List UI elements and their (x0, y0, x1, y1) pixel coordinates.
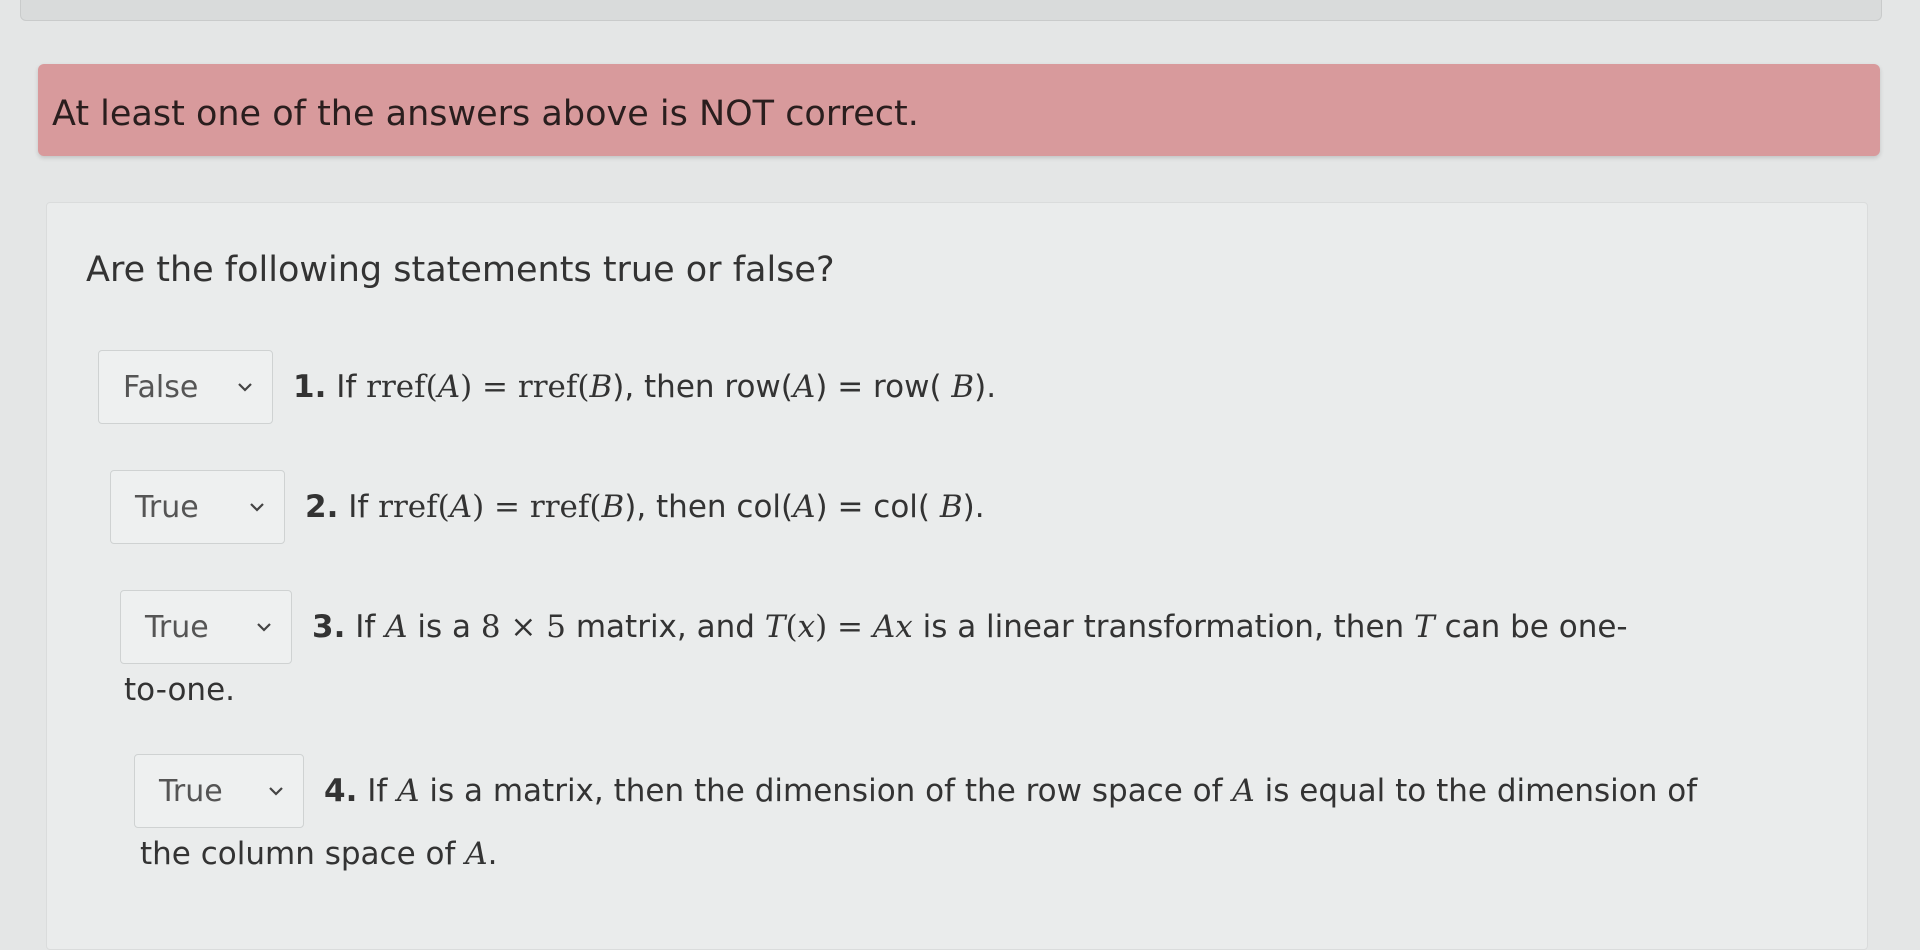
chevron-down-icon (238, 383, 252, 392)
statement-2: 2. If rref(A) = rref(B), then col(A) = c… (305, 489, 985, 525)
answer-select-3[interactable]: True (120, 590, 292, 664)
error-alert: At least one of the answers above is NOT… (38, 64, 1880, 156)
answer-select-1[interactable]: False (98, 350, 273, 424)
chevron-down-icon (269, 787, 283, 796)
statement-3: 3. If A is a 8 × 5 matrix, and T(x) = Ax… (312, 609, 1628, 645)
answer-select-2[interactable]: True (110, 470, 285, 544)
chevron-down-icon (250, 503, 264, 512)
statement-4-continued: the column space of A. (140, 836, 498, 872)
statement-3-continued: to-one. (124, 672, 235, 708)
question-prompt: Are the following statements true or fal… (86, 250, 835, 290)
statement-4: 4. If A is a matrix, then the dimension … (324, 773, 1698, 809)
top-frame (20, 0, 1882, 21)
answer-select-4[interactable]: True (134, 754, 304, 828)
answer-select-4-value: True (159, 773, 223, 809)
statement-row-2: True 2. If rref(A) = rref(B), then col(A… (110, 470, 985, 544)
statement-1: 1. If rref(A) = rref(B), then row(A) = r… (293, 369, 997, 405)
answer-select-2-value: True (135, 489, 199, 525)
answer-select-3-value: True (145, 609, 209, 645)
statement-row-4: True 4. If A is a matrix, then the dimen… (134, 754, 1697, 828)
statement-row-1: False 1. If rref(A) = rref(B), then row(… (98, 350, 996, 424)
answer-select-1-value: False (123, 369, 199, 405)
chevron-down-icon (257, 623, 271, 632)
statement-row-3: True 3. If A is a 8 × 5 matrix, and T(x)… (120, 590, 1628, 664)
alert-message: At least one of the answers above is NOT… (52, 94, 919, 134)
